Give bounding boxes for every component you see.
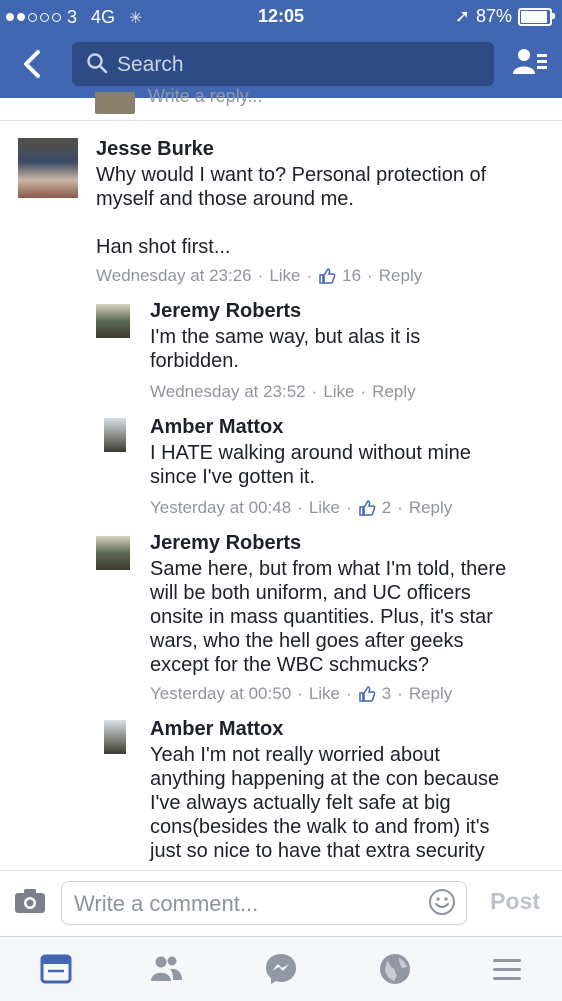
- comment-text: Yeah I'm not really worried about anythi…: [150, 743, 499, 863]
- comment-line: Why would I want to? Personal protection…: [96, 164, 487, 186]
- comment-time[interactable]: Yesterday at 00:50: [150, 684, 291, 704]
- battery-icon: [518, 7, 555, 26]
- avatar[interactable]: [96, 536, 130, 570]
- status-bar: 3 4G ✳ 12:05 ➚ 87%: [0, 0, 562, 34]
- location-icon: ➚: [454, 6, 470, 26]
- reply-item: Amber Mattox Yeah I'm not really worried…: [96, 718, 552, 870]
- comment-item: Jesse Burke Why would I want to? Persona…: [18, 138, 548, 288]
- comment-time[interactable]: Wednesday at 23:26: [96, 266, 252, 286]
- commenter-name[interactable]: Amber Mattox: [150, 718, 283, 741]
- commenter-name[interactable]: Jesse Burke: [96, 138, 214, 161]
- thumbs-up-icon: [358, 500, 376, 516]
- news-feed-icon[interactable]: [38, 951, 74, 987]
- comment-text: Same here, but from what I'm told, there…: [150, 557, 506, 677]
- app-header: 3 4G ✳ 12:05 ➚ 87% Search: [0, 0, 562, 98]
- comment-text: Why would I want to? Personal protection…: [96, 163, 486, 259]
- commenter-name[interactable]: Jeremy Roberts: [150, 300, 301, 323]
- avatar[interactable]: [104, 720, 126, 754]
- reply-item: Jeremy Roberts I'm the same way, but ala…: [96, 300, 552, 405]
- commenter-name[interactable]: Jeremy Roberts: [150, 532, 301, 555]
- search-icon: [87, 53, 108, 74]
- comment-line: since I've gotten it.: [150, 466, 316, 488]
- like-link[interactable]: Like: [309, 498, 340, 518]
- search-bar[interactable]: Search: [72, 42, 494, 86]
- search-placeholder: Search: [117, 53, 184, 76]
- comment-meta: Wednesday at 23:26 · Like · 16 · Reply: [96, 266, 423, 286]
- comment-blank-line: [96, 211, 486, 235]
- reply-link[interactable]: Reply: [379, 266, 422, 286]
- reply-item: Amber Mattox I HATE walking around witho…: [96, 416, 552, 521]
- comment-line: just so nice to have that extra security: [150, 840, 485, 862]
- comment-line: Han shot first...: [96, 236, 231, 258]
- thumbs-up-icon: [319, 268, 336, 284]
- post-button[interactable]: Post: [490, 888, 540, 915]
- like-link[interactable]: Like: [269, 266, 300, 286]
- comment-text: I'm the same way, but alas it is forbidd…: [150, 325, 420, 373]
- reply-item: Jeremy Roberts Same here, but from what …: [96, 532, 552, 712]
- comment-line: anything happening at the con because: [150, 768, 500, 790]
- avatar[interactable]: [104, 418, 126, 452]
- comment-line: will be both uniform, and UC officers: [150, 582, 471, 604]
- comment-line: wars, who the hell goes after geeks: [150, 630, 464, 652]
- comment-line: forbidden.: [150, 350, 239, 372]
- comment-line: I'm the same way, but alas it is: [150, 326, 421, 348]
- menu-icon[interactable]: [489, 951, 525, 987]
- comment-time[interactable]: Wednesday at 23:52: [150, 382, 306, 402]
- friend-requests-icon[interactable]: [512, 46, 548, 78]
- reply-link[interactable]: Reply: [409, 498, 452, 518]
- thumbs-up-icon: [358, 686, 376, 702]
- globe-icon[interactable]: [377, 951, 413, 987]
- like-link[interactable]: Like: [323, 382, 354, 402]
- comment-line: I HATE walking around without mine: [150, 442, 471, 464]
- like-count[interactable]: 2: [382, 498, 391, 518]
- reply-link[interactable]: Reply: [372, 382, 415, 402]
- avatar[interactable]: [18, 138, 78, 198]
- comment-line: except for the WBC schmucks?: [150, 654, 429, 676]
- battery-label: 87%: [475, 6, 512, 26]
- comment-line: myself and those around me.: [96, 188, 354, 210]
- comment-line: Same here, but from what I'm told, there: [150, 558, 507, 580]
- comment-text: I HATE walking around without mine since…: [150, 441, 471, 489]
- comment-line: onsite in mass quantities. Plus, it's st…: [150, 606, 493, 628]
- like-link[interactable]: Like: [309, 684, 340, 704]
- comment-meta: Wednesday at 23:52 · Like · Reply: [150, 382, 416, 402]
- bottom-tab-bar: [0, 936, 562, 1001]
- camera-icon[interactable]: [14, 888, 46, 914]
- like-count[interactable]: 16: [342, 266, 361, 286]
- write-reply-stub[interactable]: Write a reply...: [148, 86, 262, 107]
- comment-composer: Write a comment... Post: [0, 870, 562, 937]
- commenter-name[interactable]: Amber Mattox: [150, 416, 283, 439]
- divider: [0, 120, 562, 121]
- reply-avatar-stub: [95, 92, 135, 114]
- status-right: ➚ 87%: [454, 6, 555, 27]
- back-chevron-icon[interactable]: [18, 46, 48, 82]
- comment-line: I've always actually felt safe at big: [150, 792, 451, 814]
- friends-icon[interactable]: [148, 951, 184, 987]
- messenger-icon[interactable]: [263, 951, 299, 987]
- avatar[interactable]: [96, 304, 130, 338]
- like-count[interactable]: 3: [382, 684, 391, 704]
- emoji-icon[interactable]: [428, 888, 456, 916]
- comment-meta: Yesterday at 00:48 · Like · 2 · Reply: [150, 498, 453, 518]
- comment-line: cons(besides the walk to and from) it's: [150, 816, 490, 838]
- reply-link[interactable]: Reply: [409, 684, 452, 704]
- comment-time[interactable]: Yesterday at 00:48: [150, 498, 291, 518]
- nav-bar: Search: [0, 34, 562, 98]
- comment-line: Yeah I'm not really worried about: [150, 744, 440, 766]
- comment-placeholder: Write a comment...: [74, 891, 259, 916]
- comment-meta: Yesterday at 00:50 · Like · 3 · Reply: [150, 684, 453, 704]
- comment-input[interactable]: Write a comment...: [61, 881, 467, 925]
